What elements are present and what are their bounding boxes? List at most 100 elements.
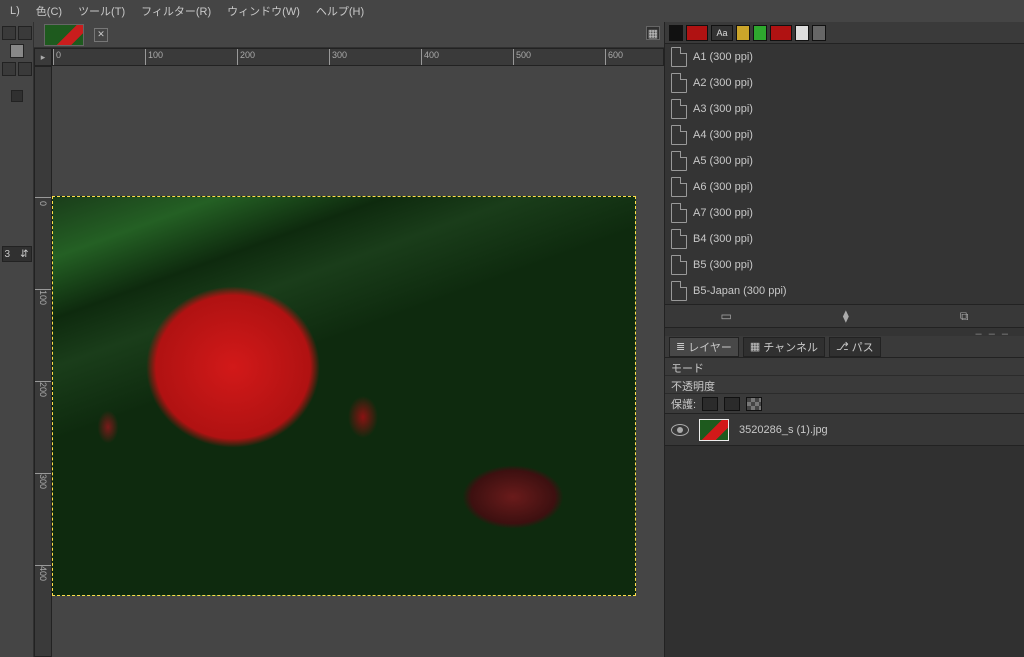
dock-tab-icon[interactable] — [686, 25, 708, 41]
duplicate-icon[interactable]: ⧉ — [960, 309, 969, 324]
tool-slot[interactable] — [18, 62, 32, 76]
page-icon — [671, 47, 687, 67]
page-icon — [671, 151, 687, 171]
channels-icon: ▦ — [750, 340, 760, 353]
layer-list[interactable]: 3520286_s (1).jpg — [665, 414, 1024, 657]
page-icon — [671, 255, 687, 275]
ruler-horizontal: ▸ 0 100 200 300 400 500 600 ▦ — [34, 48, 664, 66]
template-label: B5 (300 ppi) — [693, 259, 753, 271]
lock-position-icon[interactable] — [724, 397, 740, 411]
folder-icon[interactable] — [736, 25, 750, 41]
template-label: A5 (300 ppi) — [693, 155, 753, 167]
menu-windows[interactable]: ウィンドウ(W) — [221, 1, 306, 21]
layer-name[interactable]: 3520286_s (1).jpg — [739, 424, 828, 436]
dock-tab-icon[interactable] — [753, 25, 767, 41]
close-tab-icon[interactable]: ✕ — [94, 28, 108, 42]
template-label: A2 (300 ppi) — [693, 77, 753, 89]
template-row[interactable]: A5 (300 ppi) — [665, 148, 1024, 174]
document-area: ✕ ▸ 0 100 200 300 400 500 600 ▦ — [34, 22, 664, 657]
dock-tab-strip: Aa — [665, 22, 1024, 44]
layer-lock-row: 保護: — [665, 394, 1024, 414]
ruler-tick: 100 — [35, 289, 51, 301]
ruler-tick: 400 — [421, 49, 439, 65]
menu-filters[interactable]: フィルター(R) — [135, 1, 217, 21]
text-icon[interactable]: Aa — [711, 25, 733, 41]
template-row[interactable]: A1 (300 ppi) — [665, 44, 1024, 70]
spinner-value: 3 — [5, 249, 11, 260]
ruler-tick: 200 — [237, 49, 255, 65]
page-icon — [671, 99, 687, 119]
quick-nav-icon[interactable]: ▦ — [646, 26, 660, 40]
canvas[interactable] — [52, 66, 664, 657]
tool-slot[interactable] — [18, 26, 32, 40]
layer-row[interactable]: 3520286_s (1).jpg — [665, 414, 1024, 446]
template-row[interactable]: B5-Japan (300 ppi) — [665, 278, 1024, 304]
page-icon — [671, 177, 687, 197]
template-label: B5-Japan (300 ppi) — [693, 285, 787, 297]
paths-icon: ⎇ — [836, 340, 849, 353]
tool-option-spinner[interactable]: 3 ⇵ — [2, 246, 32, 262]
menubar: L) 色(C) ツール(T) フィルター(R) ウィンドウ(W) ヘルプ(H) — [0, 0, 1024, 22]
dock-tab-icon[interactable] — [770, 25, 792, 41]
tool-slot[interactable] — [2, 62, 16, 76]
tab-channels[interactable]: ▦チャンネル — [743, 337, 825, 357]
spinner-arrows-icon[interactable]: ⇵ — [20, 249, 28, 260]
page-icon — [671, 203, 687, 223]
page-icon — [671, 73, 687, 93]
template-row[interactable]: A4 (300 ppi) — [665, 122, 1024, 148]
template-label: A3 (300 ppi) — [693, 103, 753, 115]
ruler-tick: 300 — [35, 473, 51, 485]
template-row[interactable]: A2 (300 ppi) — [665, 70, 1024, 96]
page-icon — [671, 229, 687, 249]
tab-layers[interactable]: ≣レイヤー — [669, 337, 739, 357]
layers-icon: ≣ — [676, 340, 685, 353]
ruler-tick: 0 — [35, 197, 51, 209]
blend-mode-selector[interactable]: モード — [665, 358, 1024, 376]
new-image-icon[interactable]: ▭ — [721, 309, 732, 323]
toolbox-collapse-icon[interactable] — [11, 90, 23, 102]
template-actions: ▭ ⧫ ⧉ — [665, 304, 1024, 328]
opacity-slider[interactable]: 不透明度 — [665, 376, 1024, 394]
dock-drag-handle[interactable]: – – – — [665, 328, 1024, 336]
lock-pixels-icon[interactable] — [702, 397, 718, 411]
layer-thumbnail[interactable] — [699, 419, 729, 441]
template-row[interactable]: A6 (300 ppi) — [665, 174, 1024, 200]
menu-tools[interactable]: ツール(T) — [72, 1, 131, 21]
template-row[interactable]: B5 (300 ppi) — [665, 252, 1024, 278]
tab-label: レイヤー — [688, 339, 732, 355]
menu-help[interactable]: ヘルプ(H) — [310, 1, 370, 21]
dock-tab-icon[interactable] — [795, 25, 809, 41]
toolbox: 3 ⇵ — [0, 22, 34, 657]
lock-alpha-icon[interactable] — [746, 397, 762, 411]
lock-label: 保護: — [671, 396, 696, 412]
template-label: B4 (300 ppi) — [693, 233, 753, 245]
template-row[interactable]: A7 (300 ppi) — [665, 200, 1024, 226]
image-tab-thumbnail[interactable] — [44, 24, 84, 46]
tool-slot[interactable] — [10, 44, 24, 58]
ruler-vertical: 0 100 200 300 400 — [34, 66, 52, 657]
new-template-icon[interactable]: ⧫ — [843, 309, 849, 323]
template-row[interactable]: B4 (300 ppi) — [665, 226, 1024, 252]
template-list[interactable]: A1 (300 ppi) A2 (300 ppi) A3 (300 ppi) A… — [665, 44, 1024, 304]
ruler-tick: 100 — [145, 49, 163, 65]
dock-tab-icon[interactable] — [812, 25, 826, 41]
template-label: A6 (300 ppi) — [693, 181, 753, 193]
ruler-tick: 500 — [513, 49, 531, 65]
tool-slot[interactable] — [2, 26, 16, 40]
menu-colors[interactable]: 色(C) — [30, 1, 68, 21]
layers-panel-tabs: ≣レイヤー ▦チャンネル ⎇パス — [665, 336, 1024, 358]
page-icon — [671, 281, 687, 301]
tab-label: チャンネル — [763, 339, 818, 355]
dock-tab-icon[interactable] — [669, 25, 683, 41]
template-label: A1 (300 ppi) — [693, 51, 753, 63]
right-dock: Aa A1 (300 ppi) A2 (300 ppi) A3 (300 ppi… — [664, 22, 1024, 657]
image-selection-marquee — [52, 196, 636, 596]
tab-paths[interactable]: ⎇パス — [829, 337, 881, 357]
template-row[interactable]: A3 (300 ppi) — [665, 96, 1024, 122]
visibility-eye-icon[interactable] — [671, 424, 689, 436]
ruler-origin-icon[interactable]: ▸ — [34, 48, 52, 66]
menu-layers[interactable]: L) — [4, 3, 26, 19]
ruler-tick: 300 — [329, 49, 347, 65]
template-label: A7 (300 ppi) — [693, 207, 753, 219]
ruler-tick: 0 — [53, 49, 61, 65]
